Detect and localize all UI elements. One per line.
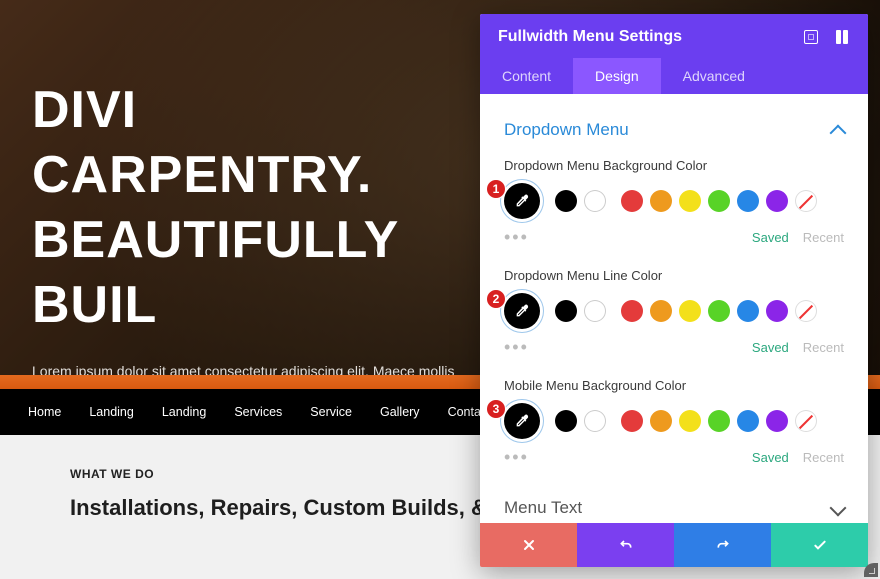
swatch-white[interactable] [584,190,606,212]
nav-item[interactable]: Landing [89,405,134,419]
more-dots-icon[interactable]: ••• [504,337,529,358]
swatch-white[interactable] [584,300,606,322]
section-dropdown-menu[interactable]: Dropdown Menu [480,104,868,152]
saved-tab[interactable]: Saved [752,230,789,245]
saved-tab[interactable]: Saved [752,450,789,465]
tab-design[interactable]: Design [573,58,661,94]
color-picker-button[interactable] [504,293,540,329]
swatch-red[interactable] [621,300,643,322]
option-label: Mobile Menu Background Color [480,378,868,393]
panel-header: Fullwidth Menu Settings Content Design A… [480,14,868,94]
swatch-none[interactable] [795,410,817,432]
close-icon [521,537,537,553]
swatch-yellow[interactable] [679,410,701,432]
redo-icon [715,537,731,553]
eyedropper-icon [514,413,530,429]
eyedropper-icon [514,193,530,209]
chevron-down-icon [830,500,847,517]
cancel-button[interactable] [480,523,577,567]
swatch-green[interactable] [708,190,730,212]
swatch-purple[interactable] [766,190,788,212]
nav-item[interactable]: Services [234,405,282,419]
swatch-yellow[interactable] [679,300,701,322]
swatch-orange[interactable] [650,300,672,322]
saved-tab[interactable]: Saved [752,340,789,355]
swatch-yellow[interactable] [679,190,701,212]
nav-item[interactable]: Gallery [380,405,420,419]
section-title: Menu Text [504,498,582,518]
swatch-white[interactable] [584,410,606,432]
hero-title: DIVI CARPENTRY. BEAUTIFULLY BUIL [32,78,480,338]
swatch-black[interactable] [555,410,577,432]
swatch-red[interactable] [621,410,643,432]
color-subrow: ••• Saved Recent [480,227,868,262]
swatch-none[interactable] [795,190,817,212]
resize-handle[interactable] [864,563,878,577]
tab-advanced[interactable]: Advanced [661,58,767,94]
nav-item[interactable]: Service [310,405,352,419]
undo-button[interactable] [577,523,674,567]
option-label: Dropdown Menu Line Color [480,268,868,283]
panel-footer [480,523,868,567]
nav-item[interactable]: Landing [162,405,207,419]
more-dots-icon[interactable]: ••• [504,447,529,468]
swatch-none[interactable] [795,300,817,322]
swatch-blue[interactable] [737,410,759,432]
option-label: Dropdown Menu Background Color [480,158,868,173]
color-picker-button[interactable] [504,183,540,219]
swatch-row: 3 [480,403,868,447]
swatch-orange[interactable] [650,190,672,212]
recent-tab[interactable]: Recent [803,340,844,355]
color-subrow: ••• Saved Recent [480,447,868,482]
hero: DIVI CARPENTRY. BEAUTIFULLY BUIL Lorem i… [32,78,480,408]
swatch-green[interactable] [708,410,730,432]
recent-tab[interactable]: Recent [803,450,844,465]
check-icon [812,537,828,553]
more-dots-icon[interactable]: ••• [504,227,529,248]
expand-icon[interactable] [804,30,818,44]
color-picker-button[interactable] [504,403,540,439]
annotation-badge: 1 [486,179,506,199]
swatch-row: 1 [480,183,868,227]
redo-button[interactable] [674,523,771,567]
panel-title: Fullwidth Menu Settings [498,28,682,46]
panel-body[interactable]: Dropdown Menu Dropdown Menu Background C… [480,94,868,523]
eyedropper-icon [514,303,530,319]
section-menu-text[interactable]: Menu Text [480,482,868,523]
swatch-orange[interactable] [650,410,672,432]
swatch-red[interactable] [621,190,643,212]
section-title: Dropdown Menu [504,120,629,140]
color-subrow: ••• Saved Recent [480,337,868,372]
swatch-blue[interactable] [737,190,759,212]
annotation-badge: 2 [486,289,506,309]
undo-icon [618,537,634,553]
swatch-purple[interactable] [766,300,788,322]
settings-panel: Fullwidth Menu Settings Content Design A… [480,14,868,567]
responsive-icon[interactable] [836,30,850,44]
hero-title-line1: DIVI CARPENTRY. [32,81,372,204]
save-button[interactable] [771,523,868,567]
hero-title-line2: BEAUTIFULLY BUIL [32,211,398,334]
annotation-badge: 3 [486,399,506,419]
swatch-blue[interactable] [737,300,759,322]
recent-tab[interactable]: Recent [803,230,844,245]
swatch-purple[interactable] [766,410,788,432]
swatch-row: 2 [480,293,868,337]
tab-content[interactable]: Content [480,58,573,94]
swatch-green[interactable] [708,300,730,322]
nav-item[interactable]: Home [28,405,61,419]
panel-tabs: Content Design Advanced [480,58,868,94]
swatch-black[interactable] [555,190,577,212]
chevron-up-icon [830,125,847,142]
swatch-black[interactable] [555,300,577,322]
